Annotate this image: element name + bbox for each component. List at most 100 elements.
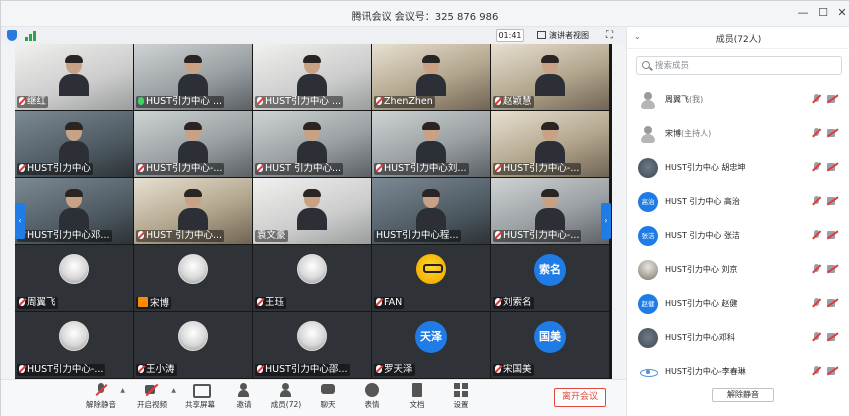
participant-tile[interactable]: 天泽 罗天泽: [372, 312, 490, 378]
participant-tile[interactable]: HUST 引力中心...: [253, 111, 371, 177]
chevron-up-icon[interactable]: ▲: [171, 387, 176, 394]
microphone-muted-icon[interactable]: [813, 196, 820, 207]
participant-tile[interactable]: HUST引力中心-...: [491, 111, 609, 177]
participant-tile[interactable]: 国美 宋国美: [491, 312, 609, 378]
microphone-muted-icon[interactable]: [813, 128, 820, 139]
member-list-item[interactable]: 宋博(主持人): [627, 117, 850, 151]
participant-name: 宋国美: [503, 364, 532, 375]
member-list-item[interactable]: HUST引力中心-李春琳: [627, 355, 850, 389]
participant-tile[interactable]: 索名 刘索名: [491, 245, 609, 311]
participant-tile[interactable]: HUST 引力中心...: [134, 178, 252, 244]
participant-tile[interactable]: 继红: [15, 44, 133, 110]
participant-tile[interactable]: HUST引力中心邵...: [253, 312, 371, 378]
participant-tile[interactable]: 王小涛: [134, 312, 252, 378]
participant-tile[interactable]: HUST引力中心-...: [134, 111, 252, 177]
participant-tile[interactable]: HUST引力中心 ...: [253, 44, 371, 110]
participant-tile[interactable]: 赵颖慧: [491, 44, 609, 110]
member-list-item[interactable]: 赵健 HUST引力中心 赵健: [627, 287, 850, 321]
camera-off-icon[interactable]: [827, 265, 838, 273]
camera-off-icon[interactable]: [827, 367, 838, 375]
participant-tile[interactable]: 王珏: [253, 245, 371, 311]
participant-video-feed: [59, 55, 89, 96]
security-shield-icon[interactable]: [7, 30, 17, 41]
microphone-muted-icon[interactable]: [813, 230, 820, 241]
documents-label: 文档: [409, 400, 425, 409]
documents-button[interactable]: 文档: [399, 383, 435, 410]
participant-tile[interactable]: HUST引力中心-...: [15, 312, 133, 378]
member-search-input[interactable]: [655, 59, 835, 72]
microphone-muted-icon[interactable]: [813, 162, 820, 173]
camera-off-icon[interactable]: [827, 299, 838, 307]
chat-icon: [321, 383, 335, 397]
camera-off-icon[interactable]: [827, 197, 838, 205]
grid-prev-page-button[interactable]: ‹: [15, 203, 25, 239]
meeting-info-bar: 01:41 演讲者视图 ⛶: [1, 27, 626, 44]
participant-tile[interactable]: ZhenZhen: [372, 44, 490, 110]
member-list-item[interactable]: 周翼飞(我): [627, 83, 850, 117]
participant-tile[interactable]: HUST引力中心 ...: [134, 44, 252, 110]
participant-video-feed: [416, 122, 446, 163]
settings-button[interactable]: 设置: [443, 383, 479, 410]
participant-tile[interactable]: HUST引力中心: [15, 111, 133, 177]
member-list-item[interactable]: HUST引力中心邓科: [627, 321, 850, 355]
participant-avatar: 国美: [534, 321, 566, 353]
reactions-label: 表情: [364, 400, 380, 409]
camera-off-icon[interactable]: [827, 95, 838, 103]
grid-next-page-button[interactable]: ›: [601, 203, 611, 239]
participant-tile[interactable]: HUST引力中心程...: [372, 178, 490, 244]
microphone-muted-icon[interactable]: [813, 366, 820, 377]
unmute-all-button[interactable]: 解除静音: [712, 388, 774, 402]
document-icon: [410, 383, 424, 397]
video-grid: 继红 HUST引力中心 ... HUST引力中心 ... ZhenZhen 赵颖慧 HUS…: [15, 44, 612, 379]
unmute-button[interactable]: 解除静音 ▲: [83, 383, 125, 410]
participant-name: 王珏: [265, 297, 285, 308]
participant-tile[interactable]: 周翼飞: [15, 245, 133, 311]
participant-name-tag: 袁文豪: [255, 230, 288, 242]
microphone-muted-icon[interactable]: [813, 298, 820, 309]
microphone-muted-icon[interactable]: [813, 332, 820, 343]
chat-button[interactable]: 聊天: [310, 383, 346, 410]
participant-tile[interactable]: 宋博: [134, 245, 252, 311]
camera-off-icon[interactable]: [827, 129, 838, 137]
network-signal-icon[interactable]: [25, 31, 37, 41]
speaker-view-button[interactable]: 演讲者视图: [537, 29, 589, 42]
fullscreen-icon[interactable]: ⛶: [604, 30, 615, 41]
microphone-muted-icon[interactable]: [813, 94, 820, 105]
participant-tile[interactable]: HUST引力中心邓...: [15, 178, 133, 244]
settings-grid-icon: [454, 383, 468, 397]
camera-off-icon[interactable]: [827, 231, 838, 239]
microphone-muted-icon: [19, 365, 25, 373]
participant-name-tag: HUST引力中心邵...: [255, 364, 350, 376]
minimize-icon[interactable]: —: [795, 5, 811, 21]
maximize-icon[interactable]: ☐: [815, 5, 831, 21]
member-search-box[interactable]: [636, 56, 842, 75]
invite-label: 邀请: [236, 400, 252, 409]
camera-off-icon[interactable]: [827, 163, 838, 171]
participant-name-tag: 继红: [17, 96, 49, 108]
member-list-item[interactable]: 张洁 HUST 引力中心 张洁: [627, 219, 850, 253]
settings-label: 设置: [453, 400, 469, 409]
participant-tile[interactable]: FAN: [372, 245, 490, 311]
participant-tile[interactable]: HUST引力中心刘...: [372, 111, 490, 177]
reactions-button[interactable]: 表情: [354, 383, 390, 410]
member-list-item[interactable]: 高治 HUST 引力中心 高治: [627, 185, 850, 219]
participant-name-tag: FAN: [374, 297, 405, 309]
chevron-up-icon[interactable]: ▲: [120, 387, 125, 394]
unmute-label: 解除静音: [86, 400, 116, 409]
microphone-muted-icon[interactable]: [813, 264, 820, 275]
member-list-item[interactable]: HUST引力中心 刘京: [627, 253, 850, 287]
participant-name-tag: 王珏: [255, 297, 287, 309]
invite-button[interactable]: 邀请: [226, 383, 262, 410]
start-video-button[interactable]: 开启视频 ▲: [134, 383, 176, 410]
leave-meeting-button[interactable]: 离开会议: [554, 388, 606, 407]
camera-off-icon[interactable]: [827, 333, 838, 341]
participant-name-tag: HUST 引力中心...: [136, 230, 225, 242]
members-button[interactable]: 成员(72): [268, 383, 304, 410]
participant-tile[interactable]: 袁文豪: [253, 178, 371, 244]
share-screen-icon: [193, 383, 211, 398]
participant-video-feed: [416, 55, 446, 96]
participant-tile[interactable]: HUST引力中心-...: [491, 178, 609, 244]
member-list-item[interactable]: HUST引力中心 胡忠坤: [627, 151, 850, 185]
close-icon[interactable]: ✕: [834, 5, 850, 21]
share-screen-button[interactable]: 共享屏幕: [182, 383, 218, 410]
